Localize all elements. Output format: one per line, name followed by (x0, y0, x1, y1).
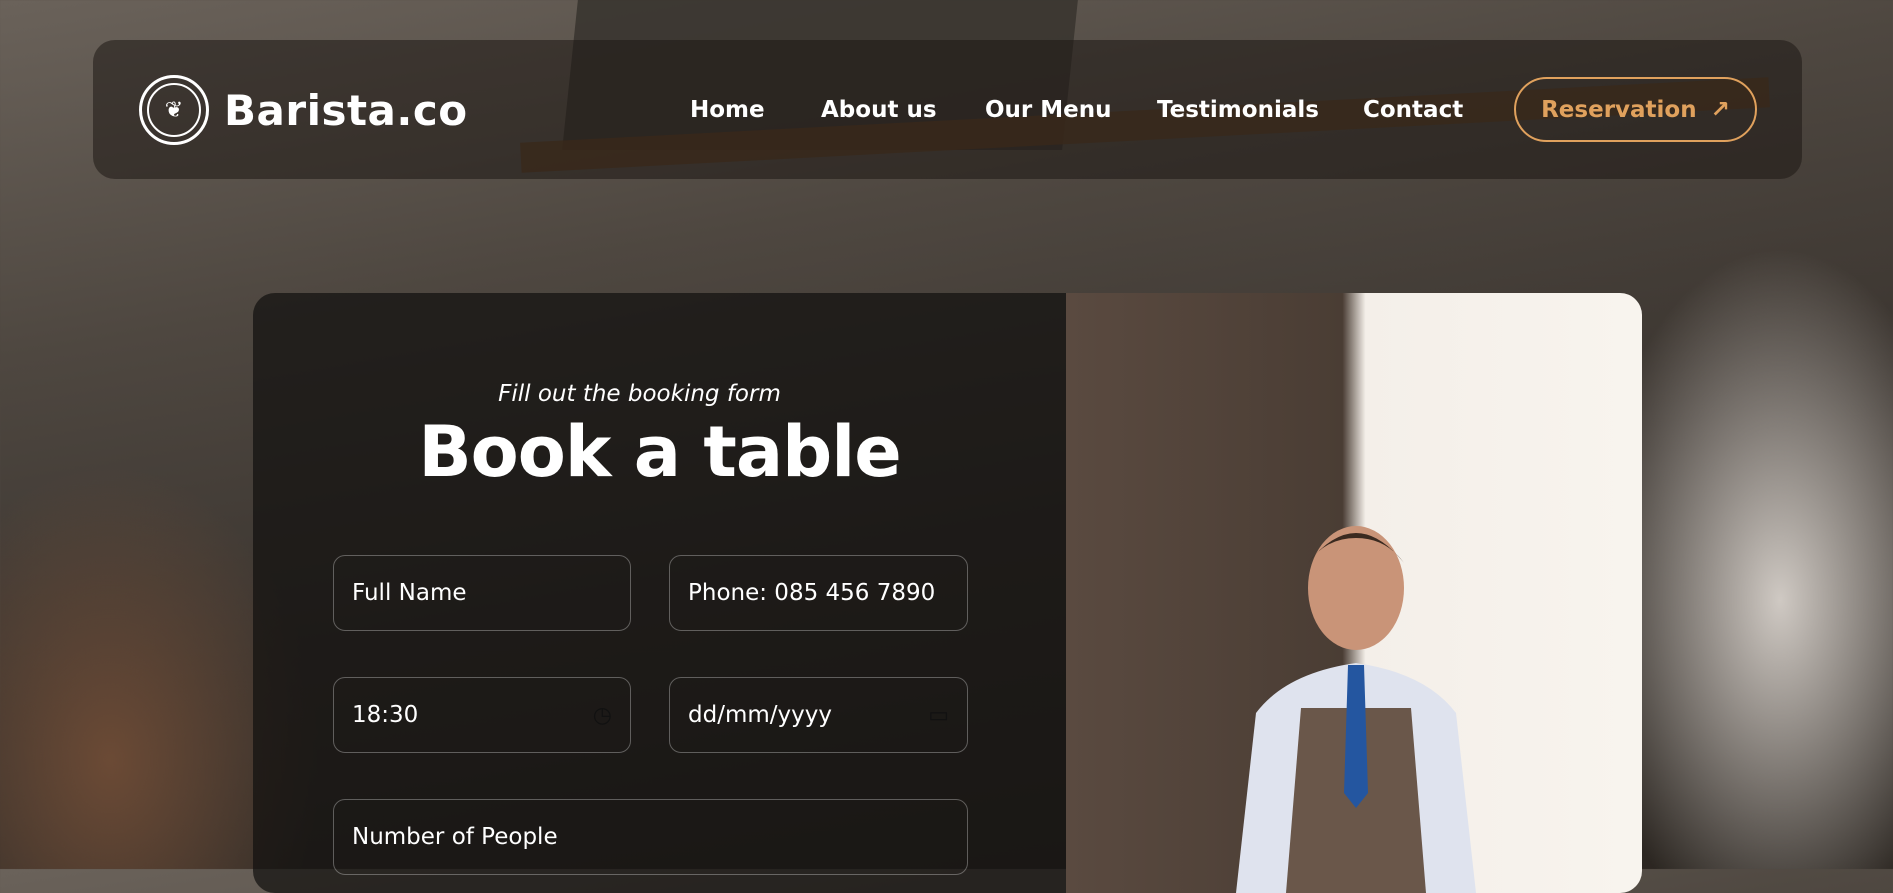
date-placeholder: dd/mm/yyyy (688, 702, 832, 728)
calendar-icon[interactable]: ▭ (928, 703, 949, 728)
logo-icon[interactable]: ❦ (139, 75, 209, 145)
date-input[interactable]: dd/mm/yyyy ▭ (669, 677, 968, 753)
people-placeholder: Number of People (352, 824, 558, 850)
phone-placeholder: Phone: 085 456 7890 (688, 580, 936, 606)
nav-about[interactable]: About us (821, 97, 937, 123)
arrow-up-right-icon: ↗ (1710, 96, 1730, 123)
full-name-placeholder: Full Name (352, 580, 467, 606)
time-value: 18:30 (352, 702, 419, 728)
brand-name[interactable]: Barista.co (224, 86, 468, 135)
barista-illustration (1236, 526, 1476, 893)
nav-home[interactable]: Home (690, 97, 765, 123)
full-name-input[interactable]: Full Name (333, 555, 631, 631)
phone-input[interactable]: Phone: 085 456 7890 (669, 555, 968, 631)
time-input[interactable]: 18:30 ◷ (333, 677, 631, 753)
booking-subtitle: Fill out the booking form (498, 381, 781, 407)
barista-photo (1066, 293, 1642, 893)
reservation-label: Reservation (1541, 96, 1697, 123)
clock-icon[interactable]: ◷ (593, 703, 612, 728)
booking-form: Fill out the booking form Book a table F… (253, 293, 1066, 893)
reservation-button[interactable]: Reservation ↗ (1514, 77, 1757, 142)
booking-card: Fill out the booking form Book a table F… (253, 293, 1642, 893)
booking-title: Book a table (418, 411, 901, 493)
people-input[interactable]: Number of People (333, 799, 968, 875)
nav-menu[interactable]: Our Menu (985, 97, 1112, 123)
nav-testimonials[interactable]: Testimonials (1157, 97, 1319, 123)
nav-contact[interactable]: Contact (1363, 97, 1463, 123)
